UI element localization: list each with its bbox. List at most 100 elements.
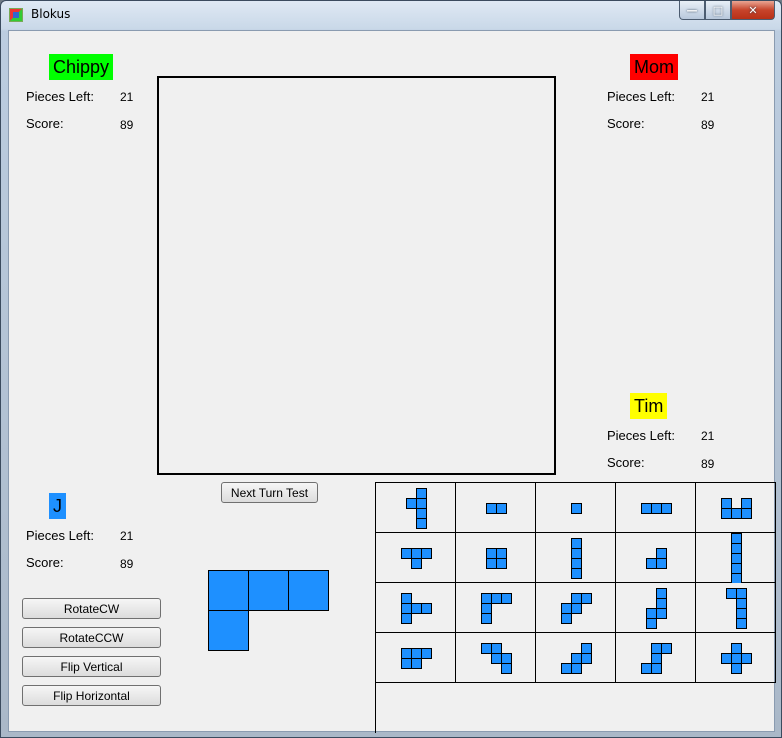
palette-piece-slot[interactable] [616,533,696,583]
score-value-chippy: 89 [120,118,134,132]
current-piece-preview[interactable] [208,570,333,655]
palette-piece-cell [416,508,427,519]
palette-piece-slot[interactable] [536,633,616,683]
player-name-j: J [49,493,66,519]
palette-piece [486,548,507,569]
palette-piece-cell [401,603,412,614]
palette-piece-slot[interactable] [696,533,776,583]
pieces-left-value-mom: 21 [701,90,715,104]
palette-piece-cell [656,598,667,609]
pieces-left-value-tim: 21 [701,429,715,443]
palette-piece-slot[interactable] [456,533,536,583]
palette-piece-cell [481,603,492,614]
palette-piece-cell [491,593,502,604]
palette-piece-cell [731,563,742,574]
palette-piece-slot[interactable] [696,483,776,533]
palette-piece-cell [571,548,582,559]
palette-piece-cell [731,533,742,544]
palette-piece-slot[interactable] [376,533,456,583]
next-turn-test-button[interactable]: Next Turn Test [221,482,318,503]
palette-piece-slot[interactable] [456,483,536,533]
palette-piece-cell [741,653,752,664]
palette-piece-cell [571,558,582,569]
palette-piece-cell [401,613,412,624]
score-value-mom: 89 [701,118,715,132]
palette-piece-cell [741,498,752,509]
palette-piece [481,643,512,674]
palette-piece-cell [651,503,662,514]
palette-piece-slot[interactable] [456,583,536,633]
maximize-button[interactable]: □ [705,1,731,20]
palette-piece-cell [401,648,412,659]
palette-piece-cell [641,663,652,674]
palette-piece-cell [726,588,737,599]
palette-piece-slot[interactable] [616,633,696,683]
palette-piece-cell [651,643,662,654]
palette-piece-cell [651,663,662,674]
palette-piece-cell [731,663,742,674]
player-name-tim: Tim [630,393,668,419]
palette-piece-cell [571,603,582,614]
palette-piece-cell [741,508,752,519]
rotate-ccw-button[interactable]: RotateCCW [22,627,161,648]
palette-piece-cell [731,543,742,554]
palette-piece-cell [571,653,582,664]
palette-piece-cell [731,553,742,564]
palette-piece-cell [721,653,732,664]
palette-piece-cell [731,653,742,664]
palette-piece-cell [656,548,667,559]
palette-piece [561,643,592,674]
palette-piece [646,588,667,629]
palette-piece-cell [731,573,742,583]
game-board[interactable] [157,76,556,475]
score-label-mom: Score: [607,116,645,131]
palette-piece [401,548,432,569]
close-button[interactable]: ✕ [731,1,775,20]
palette-piece-cell [661,643,672,654]
palette-piece-cell [736,598,747,609]
pieces-left-label-chippy: Pieces Left: [26,89,94,104]
palette-piece-cell [656,558,667,569]
palette-piece-slot[interactable] [696,583,776,633]
palette-piece [731,533,742,583]
title-bar[interactable]: Blokus — □ ✕ [1,1,781,29]
flip-vertical-button[interactable]: Flip Vertical [22,656,161,677]
current-piece-cell [288,570,329,611]
palette-piece-slot[interactable] [696,633,776,683]
current-piece-cell [208,610,249,651]
client-area: Chippy Pieces Left: 21 Score: 89 Mom Pie… [8,30,776,733]
palette-piece-cell [561,613,572,624]
maximize-icon: □ [712,3,724,17]
palette-piece-cell [571,568,582,579]
palette-piece [401,593,432,624]
pieces-left-value-chippy: 21 [120,90,134,104]
palette-piece-cell [401,593,412,604]
palette-piece-slot[interactable] [616,583,696,633]
pieces-left-label-tim: Pieces Left: [607,428,675,443]
palette-piece-cell [501,593,512,604]
minimize-button[interactable]: — [679,1,705,20]
palette-piece-cell [401,658,412,669]
score-label-tim: Score: [607,455,645,470]
palette-piece-cell [486,548,497,559]
palette-piece-slot[interactable] [376,483,456,533]
rotate-cw-button[interactable]: RotateCW [22,598,161,619]
palette-piece [561,593,592,624]
palette-piece-cell [581,653,592,664]
score-value-tim: 89 [701,457,715,471]
palette-piece-slot[interactable] [536,483,616,533]
palette-piece-cell [656,588,667,599]
palette-piece-slot[interactable] [616,483,696,533]
palette-piece-cell [501,653,512,664]
palette-piece-slot[interactable] [376,633,456,683]
palette-piece-cell [571,663,582,674]
palette-piece-slot[interactable] [456,633,536,683]
palette-piece-slot[interactable] [376,583,456,633]
palette-piece-cell [561,603,572,614]
palette-piece-slot[interactable] [536,533,616,583]
window-title: Blokus [31,7,71,21]
palette-piece-cell [661,503,672,514]
palette-piece-cell [736,618,747,629]
flip-horizontal-button[interactable]: Flip Horizontal [22,685,161,706]
palette-piece-slot[interactable] [536,583,616,633]
